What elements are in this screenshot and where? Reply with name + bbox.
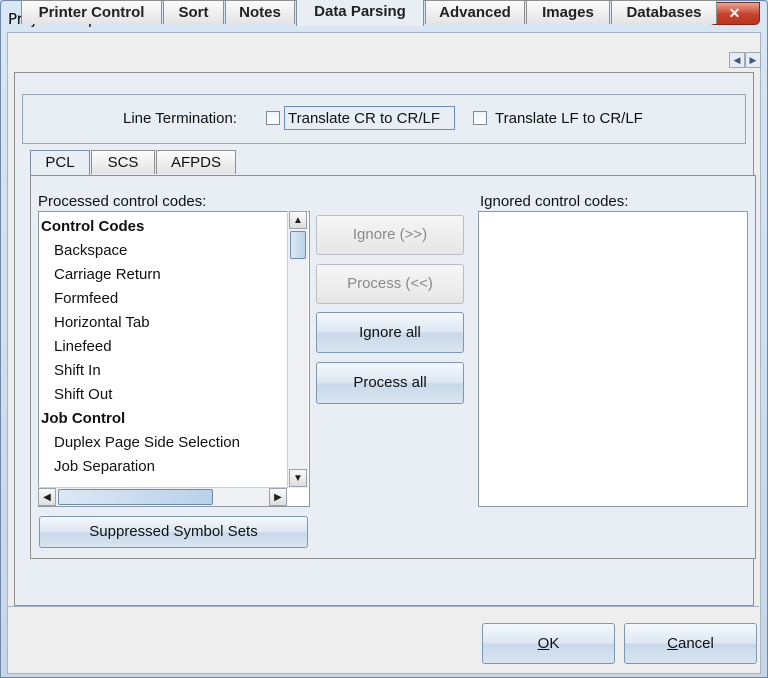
list-item[interactable]: Duplex Page Side Selection [54,431,240,455]
list-item[interactable]: Job Separation [54,455,155,479]
list-group-header[interactable]: Job Control [41,407,125,431]
suppressed-symbol-sets-button[interactable]: Suppressed Symbol Sets [39,516,308,548]
subtab-afpds[interactable]: AFPDS [156,150,236,174]
translate-lf-checkbox[interactable] [473,111,487,125]
tab-advanced[interactable]: Advanced [425,0,525,24]
list-item[interactable]: Formfeed [54,287,118,311]
list-item[interactable]: Linefeed [54,335,112,359]
ok-mnemonic: O [537,635,550,652]
list-item[interactable]: Horizontal Tab [54,311,150,335]
scroll-right-button[interactable]: ▶ [269,488,287,506]
scroll-up-button[interactable]: ▲ [289,211,307,229]
cancel-button[interactable]: Cancel [624,623,757,664]
ok-label: K [549,635,560,652]
tab-databases[interactable]: Databases [611,0,717,24]
ignore-all-button[interactable]: Ignore all [316,312,464,353]
arrow-down-icon: ▼ [293,473,303,484]
subtab-pcl[interactable]: PCL [30,150,90,176]
tab-scroll-right-button[interactable]: ▶ [745,52,761,68]
process-button[interactable]: Process (<<) [316,264,464,304]
scroll-left-button[interactable]: ◀ [38,488,56,506]
list-item[interactable]: Carriage Return [54,263,161,287]
tab-data-parsing[interactable]: Data Parsing [296,0,424,26]
translate-lf-label[interactable]: Translate LF to CR/LF [495,110,643,127]
tab-images[interactable]: Images [526,0,610,24]
scroll-thumb[interactable] [290,231,306,259]
process-all-button[interactable]: Process all [316,362,464,404]
list-item[interactable]: Shift In [54,359,101,383]
ignored-codes-list[interactable] [478,211,748,507]
tab-label: Databases [626,4,702,21]
tab-notes[interactable]: Notes [225,0,295,24]
close-icon: ✕ [728,5,741,21]
processed-list-horizontal-scrollbar[interactable]: ◀ ▶ [38,487,287,506]
subtab-label: AFPDS [170,154,221,171]
cancel-label: ancel [677,635,714,652]
list-item[interactable]: Shift Out [54,383,112,407]
ignored-codes-label: Ignored control codes: [480,193,629,210]
tab-printer-control[interactable]: Printer Control [21,0,162,24]
subtab-label: SCS [107,154,139,171]
arrow-left-icon: ◀ [43,492,51,503]
line-termination-label: Line Termination: [123,110,237,127]
chevron-right-icon: ▶ [749,55,757,65]
ignore-button[interactable]: Ignore (>>) [316,215,464,255]
cancel-mnemonic: C [667,635,678,652]
list-item[interactable]: Backspace [54,239,127,263]
processed-list-vertical-scrollbar[interactable]: ▲ ▼ [287,211,308,488]
tab-sort[interactable]: Sort [163,0,224,24]
subtab-label: PCL [45,154,75,171]
tab-label: Sort [178,4,209,21]
ok-button[interactable]: OK [482,623,615,664]
arrow-right-icon: ▶ [274,492,282,503]
horizontal-scroll-thumb[interactable] [58,489,213,505]
tab-label: Advanced [439,4,511,21]
scroll-down-button[interactable]: ▼ [289,469,307,487]
tab-label: Printer Control [38,4,145,21]
processed-codes-list[interactable]: Control Codes Backspace Carriage Return … [38,211,310,507]
list-group-header[interactable]: Control Codes [41,215,144,239]
arrow-up-icon: ▲ [293,215,303,226]
processed-codes-label: Processed control codes: [38,193,207,210]
tab-label: Data Parsing [314,3,406,20]
chevron-left-icon: ◀ [733,55,741,65]
tab-label: Notes [239,4,281,21]
subtab-scs[interactable]: SCS [91,150,155,174]
translate-cr-label[interactable]: Translate CR to CR/LF [288,110,440,127]
footer-divider [7,606,759,607]
tab-scroll-left-button[interactable]: ◀ [729,52,745,68]
translate-cr-checkbox[interactable] [266,111,280,125]
tab-label: Images [542,4,594,21]
